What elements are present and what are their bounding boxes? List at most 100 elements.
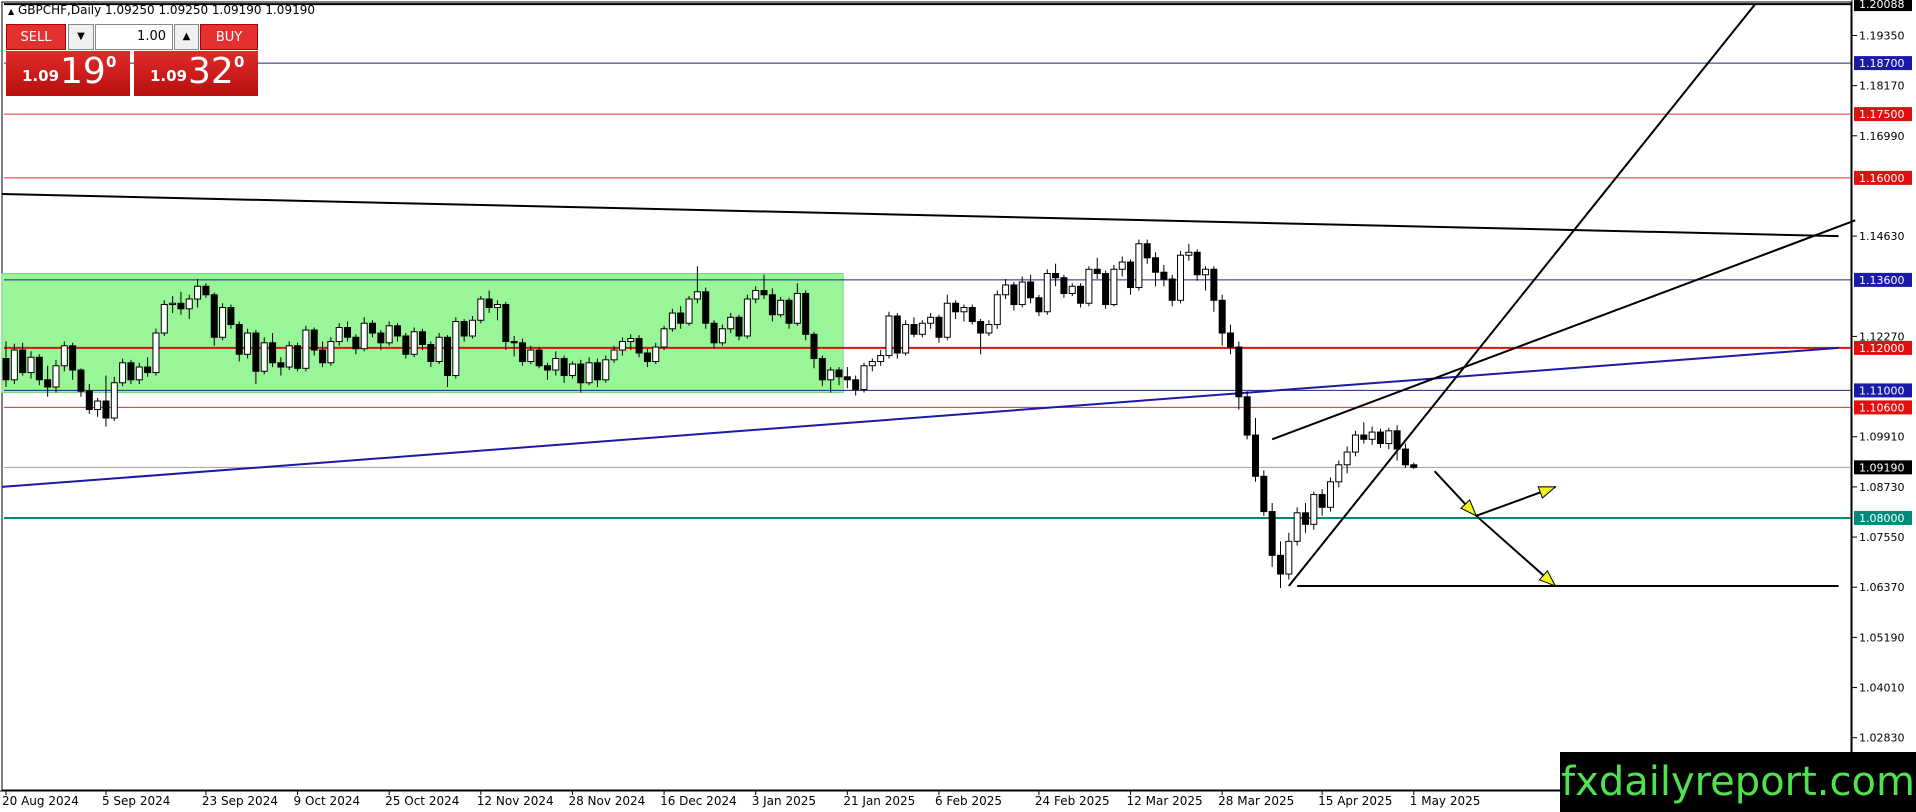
candle-body: [169, 302, 177, 306]
buy-price-pips: 32: [188, 51, 234, 92]
candle: [119, 358, 127, 387]
candle: [1085, 266, 1093, 307]
candle-body: [810, 333, 818, 360]
lot-up-button[interactable]: ▲: [174, 24, 199, 50]
candle-body: [610, 349, 618, 361]
candle-body: [1276, 554, 1284, 575]
sell-price-pips: 19: [60, 51, 106, 92]
candle-body: [244, 332, 252, 355]
candle-body: [1127, 261, 1135, 289]
time-axis-label: 23 Sep 2024: [202, 794, 278, 808]
level-price-label: 1.16000: [1859, 172, 1905, 185]
candle-body: [152, 332, 160, 374]
candle-body: [402, 335, 410, 355]
candle: [1185, 243, 1193, 261]
trendline: [1, 193, 1839, 238]
candle: [1077, 283, 1085, 308]
time-axis-label: 28 Mar 2025: [1218, 794, 1294, 808]
candle: [10, 343, 18, 385]
candle-body: [1243, 396, 1251, 436]
chevron-down-icon: ▼: [77, 31, 85, 42]
candle: [435, 333, 443, 365]
candle: [1102, 270, 1110, 309]
candle-body: [727, 316, 735, 330]
candle: [1285, 532, 1293, 580]
candle-body: [1310, 494, 1318, 525]
candle-body: [27, 356, 35, 374]
candle-body: [602, 359, 610, 381]
candle: [1351, 430, 1359, 457]
price-scale-label: 1.07550: [1859, 531, 1905, 544]
candle: [685, 296, 693, 326]
candle-body: [302, 329, 310, 369]
candle-body: [1027, 281, 1035, 299]
candle-body: [227, 307, 235, 326]
candle-body: [452, 321, 460, 377]
candle-body: [618, 341, 626, 351]
candle-body: [935, 316, 943, 338]
price-chart[interactable]: 1.193501.181701.169901.146301.122701.099…: [0, 0, 1916, 812]
level-price-label: 1.09190: [1859, 461, 1905, 474]
candle-body: [1002, 284, 1010, 296]
candle: [860, 362, 868, 393]
candle: [518, 338, 526, 366]
candle: [452, 317, 460, 379]
candle-body: [135, 366, 143, 381]
candle-body: [802, 292, 810, 335]
candle-body: [1368, 431, 1376, 440]
candle-body: [1401, 448, 1409, 466]
candle: [885, 311, 893, 359]
candle: [477, 296, 485, 324]
candle-body: [119, 362, 127, 384]
candle-body: [885, 315, 893, 357]
candle-body: [60, 345, 68, 367]
candle: [1243, 391, 1251, 440]
candle-body: [294, 345, 302, 369]
candle-body: [327, 341, 335, 364]
candle: [1202, 266, 1210, 291]
level-price-label: 1.17500: [1859, 108, 1905, 121]
candle-body: [627, 338, 635, 343]
candle-body: [277, 362, 285, 368]
candle: [1118, 256, 1126, 277]
candle-body: [85, 390, 93, 411]
chevron-up-icon: ▲: [182, 31, 191, 42]
candle: [327, 337, 335, 366]
candle-body: [1293, 512, 1301, 542]
sell-price-prefix: 1.09: [22, 67, 60, 85]
sell-price-box[interactable]: 1.09 19 0: [6, 51, 130, 96]
candle-body: [1393, 430, 1401, 450]
candle: [535, 347, 543, 369]
candle-body: [968, 307, 976, 323]
candle-body: [718, 328, 726, 344]
time-axis-label: 20 Aug 2024: [2, 794, 79, 808]
candle: [1210, 266, 1218, 312]
candle-body: [668, 312, 676, 330]
candle-body: [993, 294, 1001, 326]
price-scale-label: 1.08730: [1859, 481, 1905, 494]
candle-body: [1301, 512, 1309, 525]
symbol-title: ▲ GBPCHF,Daily 1.09250 1.09250 1.09190 1…: [8, 3, 315, 17]
chart-window[interactable]: 1.19350 1.18170 1.16990 1.14630 1.12270 1.099…: [0, 0, 1916, 812]
candle: [1177, 250, 1185, 304]
candle: [1010, 282, 1018, 311]
candle-body: [69, 345, 77, 371]
candle-body: [1193, 251, 1201, 276]
time-axis-label: 1 May 2025: [1410, 794, 1481, 808]
lot-size-input[interactable]: 1.00: [95, 24, 173, 50]
candle-body: [1185, 251, 1193, 256]
candle: [943, 294, 951, 341]
buy-price-box[interactable]: 1.09 32 0: [134, 51, 258, 96]
candle-body: [219, 307, 227, 338]
candle-body: [1118, 261, 1126, 270]
candle-body: [852, 379, 860, 391]
candle: [1093, 257, 1101, 280]
candle-body: [94, 400, 102, 411]
level-price-label: 1.11000: [1859, 384, 1905, 397]
candle: [244, 328, 252, 359]
candle-body: [1018, 281, 1026, 306]
buy-button[interactable]: BUY: [200, 24, 258, 50]
lot-dropdown-button[interactable]: ▼: [68, 24, 94, 50]
candle-body: [335, 326, 343, 343]
sell-button[interactable]: SELL: [6, 24, 66, 50]
